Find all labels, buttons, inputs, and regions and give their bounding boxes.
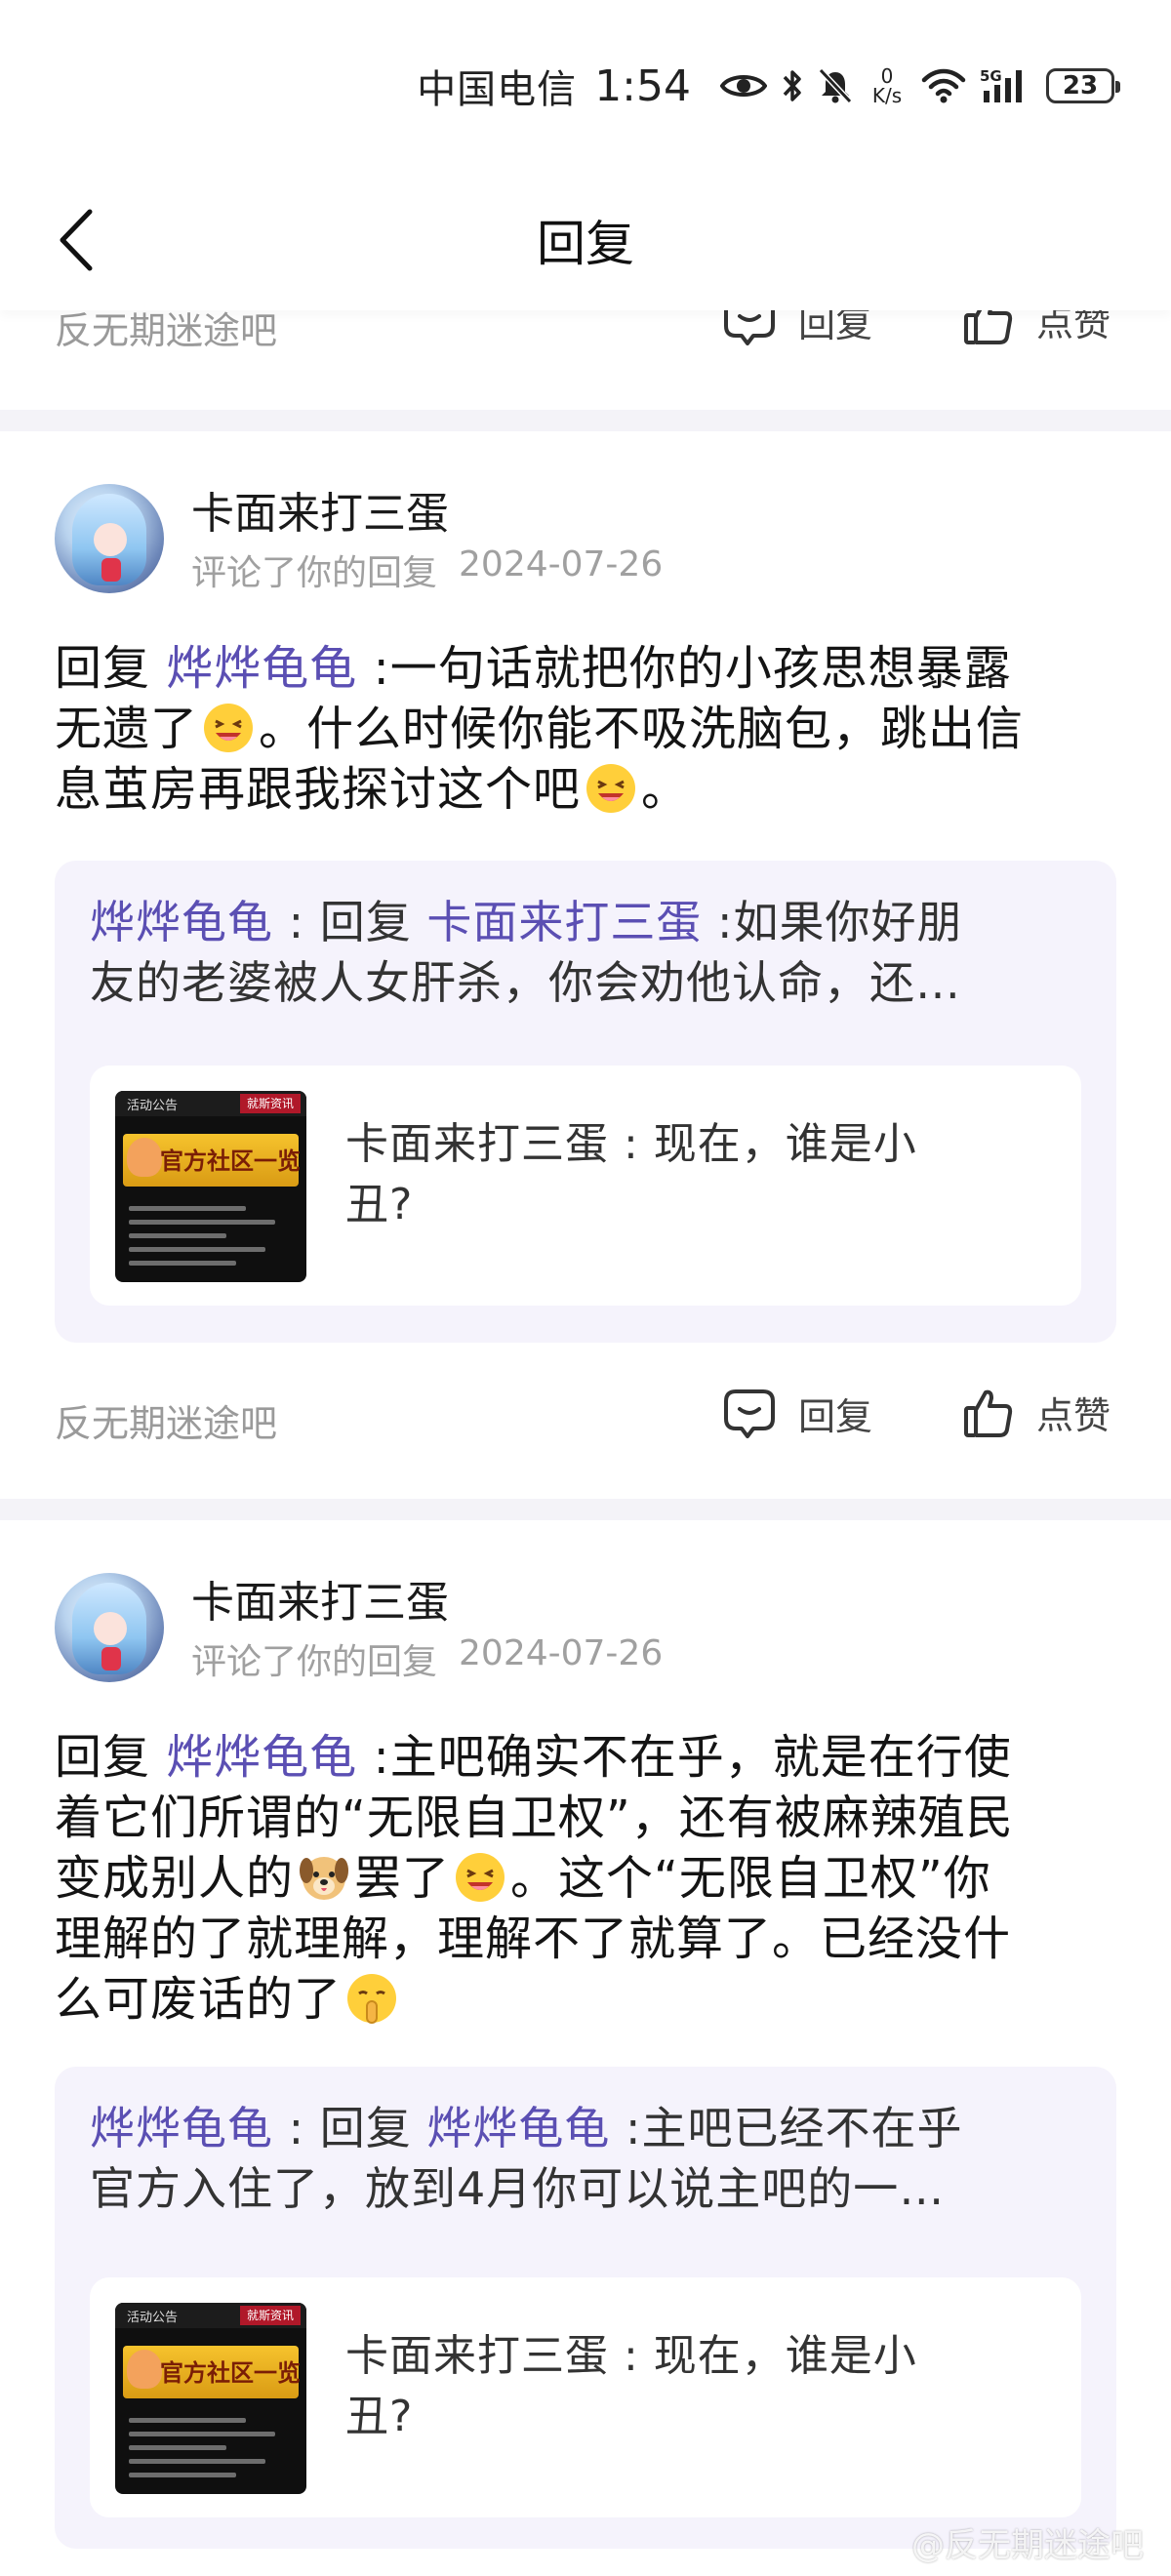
quote-body: 友的老婆被人女肝杀，你会劝他认命，还… (90, 956, 961, 1009)
thumb-banner-text: 官方社区一览 (160, 1147, 301, 1175)
comment-body[interactable]: 回复 烨烨龟龟 :主吧确实不在乎，就是在行使 着它们所谓的“无限自卫权”，还有被… (55, 1727, 1118, 2030)
quote-text: 烨烨龟龟 : 回复 烨烨龟龟 :主吧已经不在乎 官方入住了，放到4月你可以说主吧… (90, 2098, 1075, 2219)
net-speed: 0 K/s (867, 66, 908, 105)
battery-icon: 23 (1046, 68, 1120, 103)
laughing-emoji-icon (204, 704, 254, 752)
signal-type: 5G (980, 67, 1002, 85)
body-text: 么可废话的了 (55, 1972, 343, 2027)
original-body: : 现在，谁是小 (609, 1119, 917, 1169)
mention-link[interactable]: 烨烨龟龟 (166, 641, 357, 696)
body-text: 理解的了就理解，理解不了就算了。已经没什 (55, 1912, 1012, 1966)
thumb-tag-left: 活动公告 (127, 1099, 179, 1113)
top-app-bar: 回复 (0, 172, 1171, 310)
original-body: : 现在，谁是小 (609, 2331, 917, 2381)
body-text: 。什么时候你能不吸洗脑包，跳出信 (259, 702, 1025, 756)
section-divider (0, 410, 1171, 431)
reply-prefix: 回复 (55, 1730, 151, 1785)
wifi-icon (921, 68, 966, 103)
action-text: 评论了你的回复 (191, 1642, 438, 1682)
battery-level: 23 (1062, 71, 1099, 101)
body-text: 无遗了 (55, 702, 199, 756)
quote-separator: : 回复 (273, 896, 427, 948)
card-footer: 反无期迷途吧 回复 点赞 (0, 1389, 1171, 1487)
like-label: 点赞 (1036, 1394, 1111, 1437)
carrier-label: 中国电信 (417, 67, 578, 112)
quote-target-link[interactable]: 卡面来打三蛋 (426, 896, 702, 948)
comment-icon (724, 1389, 775, 1438)
quote-author-link[interactable]: 烨烨龟龟 (90, 2102, 273, 2154)
body-text: 。这个“无限自卫权”你 (510, 1851, 991, 1906)
card-footer: 反无期迷途吧 回复 点赞 (0, 297, 1171, 398)
original-post-text: 卡面来打三蛋 : 现在，谁是小 丑? (345, 1114, 1019, 1235)
net-speed-value: 0 (880, 64, 894, 88)
laughing-emoji-icon (456, 1853, 505, 1902)
quote-body: :如果你好朋 (717, 896, 963, 948)
body-text: 罢了 (354, 1851, 451, 1906)
bluetooth-icon (781, 67, 804, 104)
mute-bell-icon (818, 67, 853, 104)
avatar[interactable] (55, 1573, 164, 1682)
post-thumbnail: 活动公告 就斯资讯 官方社区一览 (115, 2303, 306, 2494)
status-icons: 中国电信 1:54 0 K/s 5G 23 (417, 59, 1120, 113)
quoted-reply[interactable]: 烨烨龟龟 : 回复 卡面来打三蛋 :如果你好朋 友的老婆被人女肝杀，你会劝他认命… (55, 861, 1116, 1343)
comment-body[interactable]: 回复 烨烨龟龟 :一句话就把你的小孩思想暴露 无遗了 。什么时候你能不吸洗脑包，跳… (55, 638, 1118, 820)
thumbs-up-icon (964, 1389, 1013, 1437)
thumb-tag-right: 就斯资讯 (240, 1094, 301, 1113)
dog-emoji-icon (300, 1857, 349, 1900)
quote-body: 官方入住了，放到4月你可以说主吧的一… (90, 2162, 946, 2215)
page-title: 回复 (537, 216, 634, 272)
quote-text: 烨烨龟龟 : 回复 卡面来打三蛋 :如果你好朋 友的老婆被人女肝杀，你会劝他认命… (90, 892, 1075, 1013)
body-text: :一句话就把你的小孩思想暴露 (373, 641, 1012, 696)
quoted-reply[interactable]: 烨烨龟龟 : 回复 烨烨龟龟 :主吧已经不在乎 官方入住了，放到4月你可以说主吧… (55, 2067, 1116, 2549)
original-post-text: 卡面来打三蛋 : 现在，谁是小 丑? (345, 2326, 1019, 2447)
quote-target-link[interactable]: 烨烨龟龟 (426, 2102, 610, 2154)
original-author: 卡面来打三蛋 (345, 1119, 609, 1169)
eye-icon (720, 70, 767, 101)
net-speed-unit: K/s (871, 84, 903, 107)
original-post-card[interactable]: 活动公告 就斯资讯 官方社区一览 卡面来打三蛋 : 现在，谁是小 丑? (90, 1066, 1081, 1306)
section-divider (0, 1499, 1171, 1520)
thumb-banner-text: 官方社区一览 (160, 2359, 301, 2387)
post-meta: 评论了你的回复 2024-07-26 (191, 544, 663, 595)
avatar[interactable] (55, 484, 164, 593)
body-text: 变成别人的 (55, 1851, 295, 1906)
body-text: 。 (641, 762, 690, 817)
action-text: 评论了你的回复 (191, 553, 438, 593)
thumb-tag-right: 就斯资讯 (240, 2306, 301, 2325)
body-text: 息茧房再跟我探讨这个吧 (55, 762, 582, 817)
original-body: 丑? (345, 1180, 414, 1229)
thumb-tag-left: 活动公告 (127, 2311, 179, 2325)
post-date: 2024-07-26 (459, 1633, 664, 1673)
quote-author-link[interactable]: 烨烨龟龟 (90, 896, 273, 948)
clock: 1:54 (594, 60, 691, 111)
reply-label: 回复 (798, 1394, 873, 1438)
original-body: 丑? (345, 2392, 414, 2441)
original-author: 卡面来打三蛋 (345, 2331, 609, 2381)
cellular-signal-icon: 5G (980, 67, 1032, 104)
quote-body: :主吧已经不在乎 (626, 2102, 963, 2154)
post-thumbnail: 活动公告 就斯资讯 官方社区一览 (115, 1091, 306, 1282)
username[interactable]: 卡面来打三蛋 (191, 1567, 449, 1630)
username[interactable]: 卡面来打三蛋 (191, 478, 449, 541)
quote-separator: : 回复 (273, 2102, 427, 2154)
like-button[interactable]: 点赞 (962, 1386, 1110, 1439)
mention-link[interactable]: 烨烨龟龟 (166, 1730, 357, 1785)
reply-prefix: 回复 (55, 641, 151, 696)
laughing-emoji-icon (586, 764, 636, 813)
post-meta: 评论了你的回复 2024-07-26 (191, 1633, 663, 1684)
post-date: 2024-07-26 (459, 544, 664, 584)
original-post-card[interactable]: 活动公告 就斯资讯 官方社区一览 卡面来打三蛋 : 现在，谁是小 丑? (90, 2277, 1081, 2517)
status-bar: 中国电信 1:54 0 K/s 5G 23 (0, 0, 1171, 172)
watermark: @反无期迷途吧 (911, 2526, 1144, 2565)
forum-link[interactable]: 反无期迷途吧 (55, 1393, 277, 1447)
body-text: 着它们所谓的“无限自卫权”，还有被麻辣殖民 (55, 1791, 1014, 1845)
reply-button[interactable]: 回复 (722, 1386, 872, 1440)
shush-emoji-icon (347, 1974, 397, 2024)
body-text: :主吧确实不在乎，就是在行使 (373, 1730, 1012, 1785)
